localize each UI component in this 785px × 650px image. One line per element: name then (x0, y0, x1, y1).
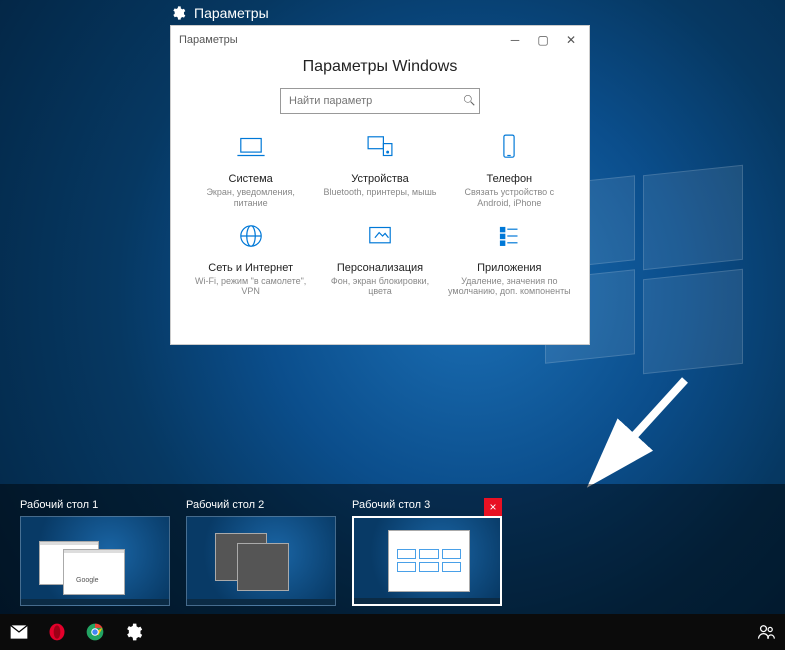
tile-apps[interactable]: Приложения Удаление, значения по умолчан… (448, 219, 571, 298)
tile-personalization[interactable]: Персонализация Фон, экран блокировки, цв… (318, 219, 441, 298)
settings-icon[interactable] (120, 619, 146, 645)
window-close-button[interactable]: ✕ (557, 30, 585, 50)
apps-icon (492, 219, 526, 253)
virtual-desktop-2[interactable]: Рабочий стол 2 (186, 498, 336, 606)
settings-window[interactable]: Параметры ─ ▢ ✕ Параметры Windows Систем… (170, 25, 590, 345)
phone-icon (492, 130, 526, 164)
mail-icon[interactable] (6, 619, 32, 645)
window-maximize-button[interactable]: ▢ (529, 30, 557, 50)
chrome-icon[interactable] (82, 619, 108, 645)
search-icon (462, 93, 476, 107)
task-view-window-label: Параметры (170, 5, 269, 21)
window-titlebar[interactable]: Параметры ─ ▢ ✕ (171, 26, 589, 54)
people-icon[interactable] (753, 619, 779, 645)
gear-icon (170, 5, 186, 21)
laptop-icon (234, 130, 268, 164)
taskbar (0, 614, 785, 650)
virtual-desktop-3[interactable]: Рабочий стол 3 × (352, 498, 502, 606)
settings-heading: Параметры Windows (171, 58, 589, 76)
search-input[interactable] (280, 88, 480, 114)
virtual-desktop-1[interactable]: Рабочий стол 1 (20, 498, 170, 606)
tile-system[interactable]: Система Экран, уведомления, питание (189, 130, 312, 209)
window-minimize-button[interactable]: ─ (501, 30, 529, 50)
virtual-desktop-bar: Рабочий стол 1 Рабочий стол 2 Рабочий ст… (0, 484, 785, 614)
opera-icon[interactable] (44, 619, 70, 645)
tile-network[interactable]: Сеть и Интернет Wi-Fi, режим "в самолете… (189, 219, 312, 298)
annotation-arrow (585, 370, 705, 495)
window-title-text: Параметры (179, 34, 238, 46)
personalization-icon (363, 219, 397, 253)
tile-devices[interactable]: Устройства Bluetooth, принтеры, мышь (318, 130, 441, 209)
tile-phone[interactable]: Телефон Связать устройство с Android, iP… (448, 130, 571, 209)
close-desktop-button[interactable]: × (484, 498, 502, 516)
devices-icon (363, 130, 397, 164)
globe-icon (234, 219, 268, 253)
